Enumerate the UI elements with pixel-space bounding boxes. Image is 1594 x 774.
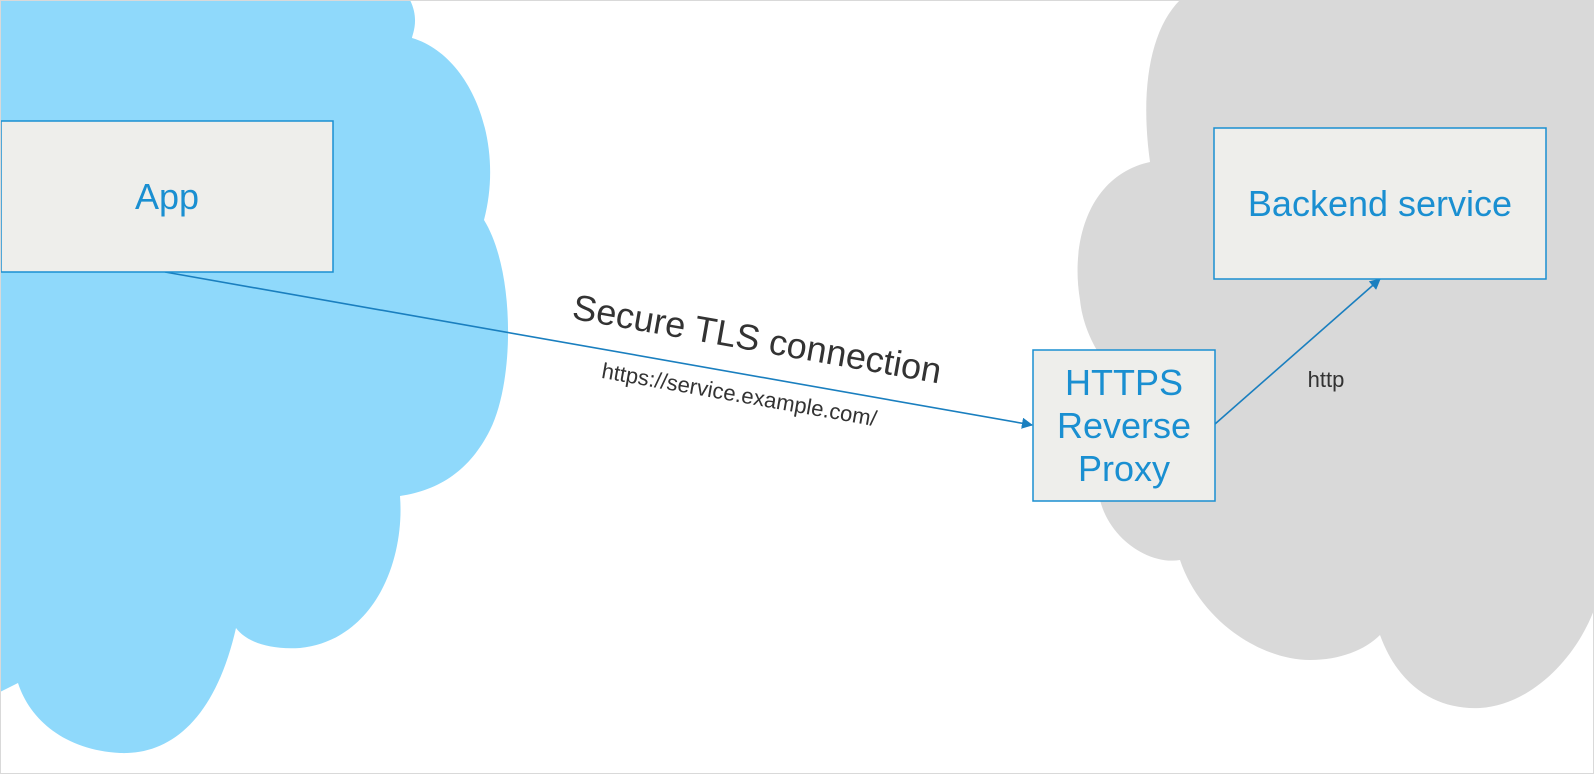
proxy-label-line-3: Proxy (1078, 448, 1170, 489)
client-cloud (0, 0, 509, 754)
proxy-label-line-1: HTTPS (1065, 362, 1183, 403)
app-label: App (135, 176, 199, 217)
backend-node: Backend service (1213, 127, 1547, 280)
http-label: http (1308, 367, 1345, 392)
proxy-label-line-2: Reverse (1057, 405, 1191, 446)
backend-label: Backend service (1248, 183, 1512, 224)
proxy-node: HTTPS Reverse Proxy (1032, 349, 1216, 502)
app-node: App (0, 120, 334, 273)
diagram-canvas: App HTTPS Reverse Proxy Backend service … (0, 0, 1594, 754)
